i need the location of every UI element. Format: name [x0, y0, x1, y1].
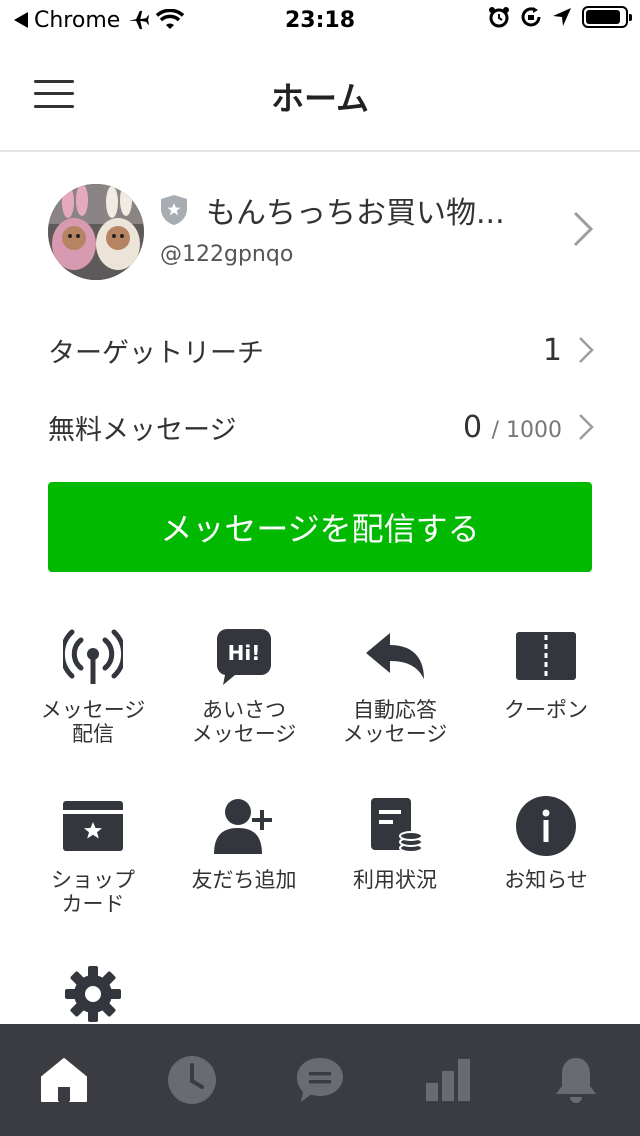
reply-arrow-icon — [366, 633, 424, 679]
chevron-right-icon — [573, 211, 594, 247]
bell-icon — [556, 1058, 596, 1103]
battery-indicator — [582, 6, 632, 28]
chat-icon — [297, 1058, 343, 1102]
shield-star-icon — [161, 195, 187, 225]
nav-tab-chat[interactable] — [256, 1024, 384, 1136]
home-icon — [41, 1058, 87, 1102]
svg-text:Hi!: Hi! — [228, 641, 261, 665]
nav-tab-history[interactable] — [128, 1024, 256, 1136]
target-reach-row[interactable]: ターゲットリーチ 1 — [48, 320, 594, 380]
usage-icon — [371, 798, 423, 853]
menu-label: クーポン — [504, 698, 588, 722]
airplane-icon — [129, 10, 150, 30]
hi-bubble-icon: Hi! — [216, 629, 271, 685]
account-id: @122gpnqo — [160, 242, 294, 267]
free-messages-label: 無料メッセージ — [48, 414, 237, 446]
free-messages-row[interactable]: 無料メッセージ 0 / 1000 — [48, 397, 594, 457]
menu-add-friend[interactable]: 友だち追加 — [169, 790, 319, 940]
nav-tab-notifications[interactable] — [512, 1024, 640, 1136]
menu-label: ショップ カード — [51, 868, 135, 916]
menu-notifications[interactable]: お知らせ — [471, 790, 621, 940]
back-app-label: Chrome — [34, 7, 121, 33]
nav-tab-home[interactable] — [0, 1024, 128, 1136]
target-reach-value: 1 — [542, 332, 562, 368]
bottom-nav — [0, 1024, 640, 1136]
send-message-button[interactable]: メッセージを配信する — [48, 482, 592, 572]
nav-tab-analytics[interactable] — [384, 1024, 512, 1136]
free-messages-count: 0 — [462, 409, 483, 445]
menu-label: 友だち追加 — [191, 868, 297, 892]
page-title: ホーム — [270, 79, 369, 118]
free-messages-limit: / 1000 — [491, 417, 562, 443]
back-to-app[interactable]: Chrome — [14, 8, 254, 33]
shop-card-icon — [63, 801, 123, 851]
free-messages-value: 0 / 1000 — [463, 410, 562, 445]
avatar — [48, 184, 144, 280]
chevron-right-icon — [579, 337, 594, 363]
menu-label: 利用状況 — [353, 868, 437, 892]
menu-label: お知らせ — [504, 868, 588, 892]
menu-auto-reply[interactable]: 自動応答 メッセージ — [320, 620, 470, 770]
add-friend-icon — [214, 799, 272, 854]
menu-coupon[interactable]: クーポン — [471, 620, 621, 770]
target-reach-label: ターゲットリーチ — [48, 337, 264, 369]
back-triangle-icon — [14, 12, 28, 28]
info-icon — [516, 796, 576, 856]
location-icon — [553, 8, 571, 26]
chart-icon — [426, 1059, 470, 1101]
coupon-icon — [516, 632, 576, 680]
account-card[interactable]: もんちっちお買い物... @122gpnqo — [0, 152, 640, 312]
menu-usage[interactable]: 利用状況 — [320, 790, 470, 940]
status-bar: Chrome 23:18 — [0, 0, 640, 40]
menu-shop-card[interactable]: ショップ カード — [18, 790, 168, 940]
clock-icon — [168, 1056, 216, 1104]
gear-icon — [65, 966, 121, 1022]
alarm-icon — [489, 7, 509, 28]
menu-greeting-message[interactable]: Hi! あいさつ メッセージ — [169, 620, 319, 770]
menu-label: メッセージ 配信 — [40, 698, 146, 746]
battery-level — [586, 10, 621, 24]
menu-label: 自動応答 メッセージ — [342, 698, 448, 746]
chevron-right-icon — [579, 414, 594, 440]
account-name: もんちっちお買い物... — [206, 196, 505, 231]
broadcast-icon — [63, 629, 123, 684]
wifi-icon — [156, 9, 185, 29]
app-header: ホーム — [0, 40, 640, 152]
rotation-lock-icon — [521, 7, 541, 27]
menu-label: あいさつ メッセージ — [191, 698, 297, 746]
menu-message-broadcast[interactable]: メッセージ 配信 — [18, 620, 168, 770]
menu-settings[interactable] — [18, 958, 168, 1024]
